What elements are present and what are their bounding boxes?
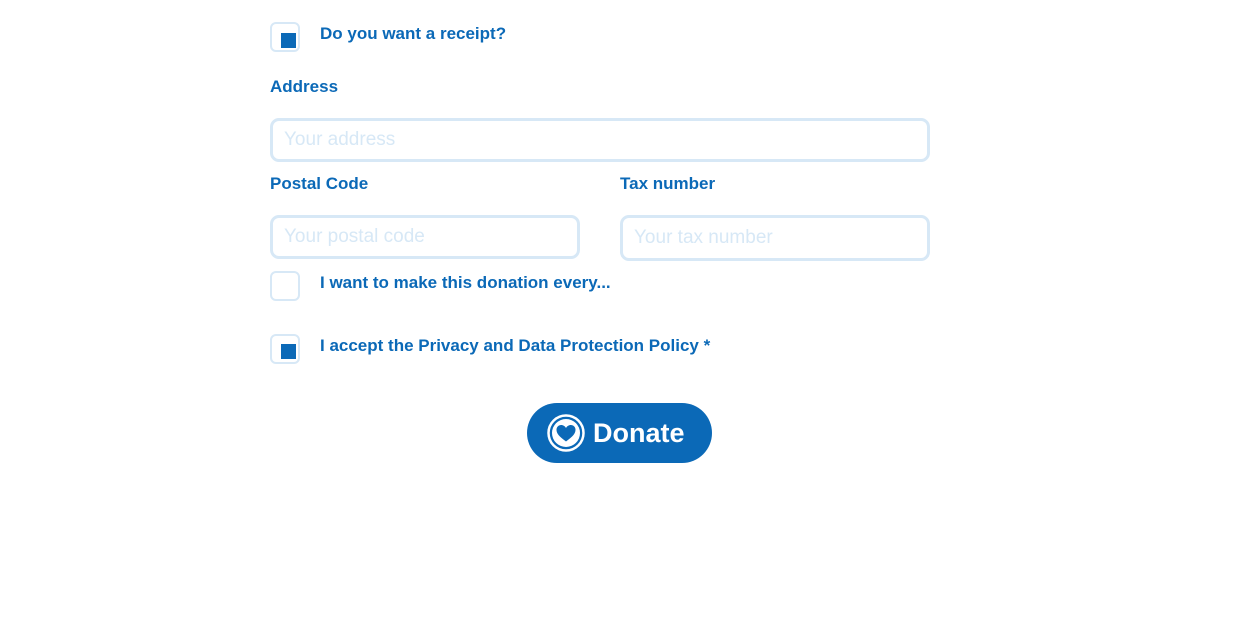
tax-number-input[interactable] [620,215,930,261]
postal-code-label: Postal Code [270,174,369,193]
recurring-donation-checkbox[interactable] [270,271,300,301]
privacy-policy-checkbox[interactable] [270,334,300,364]
privacy-policy-label[interactable]: I accept the Privacy and Data Protection… [320,336,710,356]
receipt-checkbox-label[interactable]: Do you want a receipt? [320,24,506,44]
receipt-checkbox-checkmark [281,33,296,48]
donation-form: Do you want a receipt? Address Postal Co… [0,0,1239,635]
donate-button[interactable]: Donate [527,403,712,463]
address-input[interactable] [270,118,930,162]
receipt-checkbox[interactable] [270,22,300,52]
recurring-donation-label[interactable]: I want to make this donation every... [320,273,611,293]
postal-code-input[interactable] [270,215,580,259]
address-label: Address [270,77,339,96]
donate-button-label: Donate [593,417,685,448]
privacy-policy-checkbox-checkmark [281,344,296,359]
tax-number-label: Tax number [620,174,716,193]
heart-icon [547,414,585,452]
